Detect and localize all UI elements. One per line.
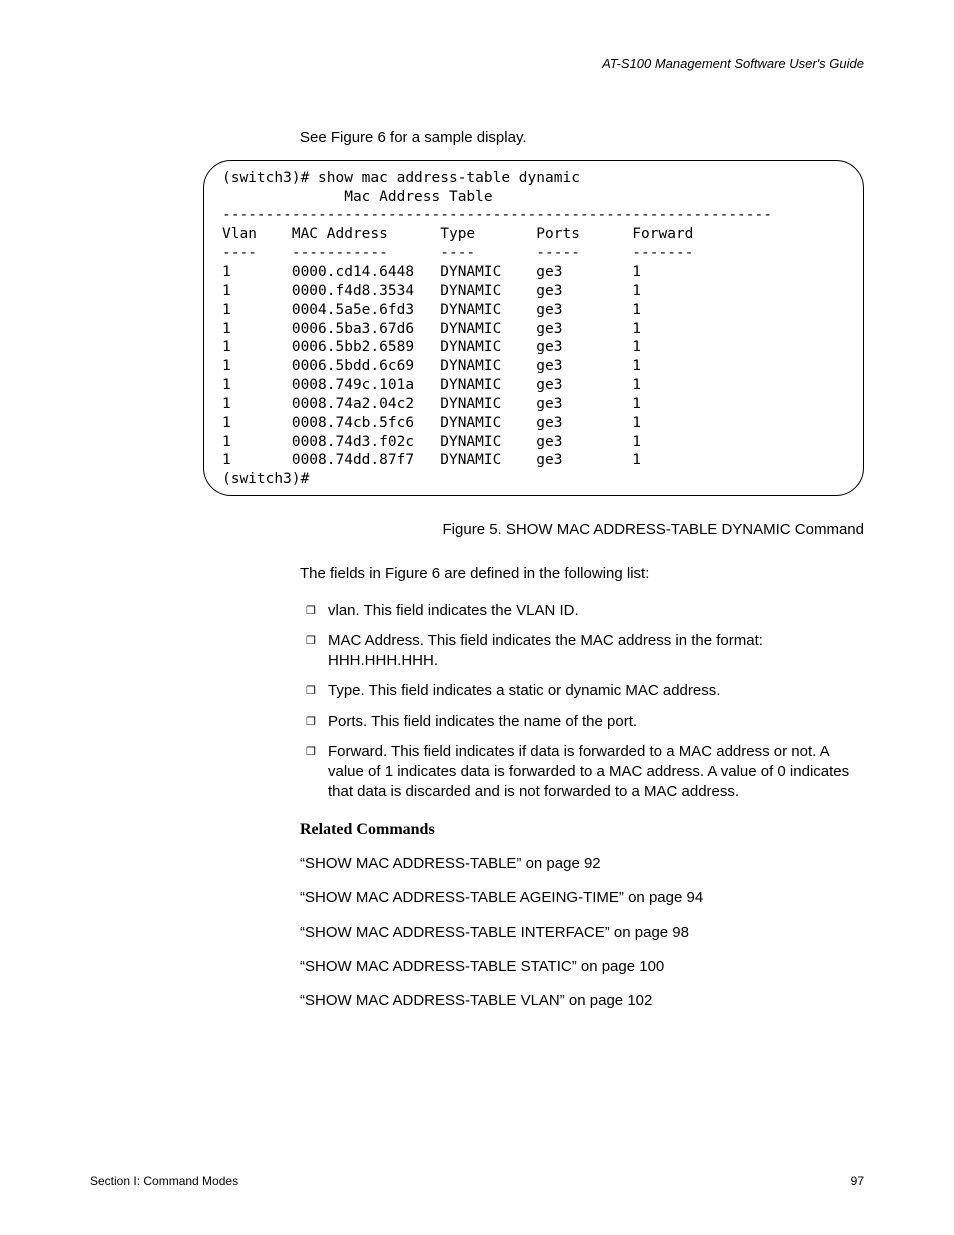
list-item: Type. This field indicates a static or d… [300,681,864,701]
terminal-row: 1 0008.749c.101a DYNAMIC ge3 1 [222,377,641,393]
terminal-row: 1 0008.74dd.87f7 DYNAMIC ge3 1 [222,452,641,468]
body-content: The fields in Figure 6 are defined in th… [300,564,864,1011]
terminal-row: 1 0008.74a2.04c2 DYNAMIC ge3 1 [222,396,641,412]
terminal-row: 1 0006.5bb2.6589 DYNAMIC ge3 1 [222,339,641,355]
ref-text: “SHOW MAC ADDRESS-TABLE” on page 92 [300,855,601,872]
terminal-row: 1 0004.5a5e.6fd3 DYNAMIC ge3 1 [222,302,641,318]
figure-caption-text: Figure 5. SHOW MAC ADDRESS-TABLE DYNAMIC… [443,521,864,538]
list-item: MAC Address. This field indicates the MA… [300,631,864,672]
terminal-end-prompt: (switch3)# [222,471,309,487]
list-item-text: Ports. This field indicates the name of … [328,713,637,730]
ref-text: “SHOW MAC ADDRESS-TABLE AGEING-TIME” on … [300,889,703,906]
intro-text: See Figure 6 for a sample display. [300,129,527,146]
footer-page-number: 97 [851,1173,864,1189]
terminal-row: 1 0000.cd14.6448 DYNAMIC ge3 1 [222,264,641,280]
list-item: Forward. This field indicates if data is… [300,742,864,803]
fields-intro: The fields in Figure 6 are defined in th… [300,564,864,584]
page-header: AT-S100 Management Software User's Guide [90,55,864,73]
related-command-ref: “SHOW MAC ADDRESS-TABLE INTERFACE” on pa… [300,923,864,943]
related-command-ref: “SHOW MAC ADDRESS-TABLE” on page 92 [300,854,864,874]
ref-text: “SHOW MAC ADDRESS-TABLE VLAN” on page 10… [300,992,652,1009]
figure-caption: Figure 5. SHOW MAC ADDRESS-TABLE DYNAMIC… [300,520,864,540]
related-commands-heading: Related Commands [300,819,864,841]
guide-title: AT-S100 Management Software User's Guide [602,56,864,71]
page-footer: Section I: Command Modes 97 [90,1173,864,1189]
terminal-header-underline: ---- ----------- ---- ----- ------- [222,245,693,261]
terminal-output: (switch3)# show mac address-table dynami… [203,160,864,496]
terminal-header-row: Vlan MAC Address Type Ports Forward [222,226,693,242]
related-command-ref: “SHOW MAC ADDRESS-TABLE STATIC” on page … [300,957,864,977]
field-definitions-list: vlan. This field indicates the VLAN ID. … [300,601,864,803]
page: AT-S100 Management Software User's Guide… [0,0,954,1235]
terminal-row: 1 0008.74d3.f02c DYNAMIC ge3 1 [222,434,641,450]
related-command-ref: “SHOW MAC ADDRESS-TABLE VLAN” on page 10… [300,991,864,1011]
footer-section: Section I: Command Modes [90,1173,238,1189]
intro-paragraph: See Figure 6 for a sample display. [300,128,864,148]
terminal-divider: ----------------------------------------… [222,207,772,223]
list-item: Ports. This field indicates the name of … [300,712,864,732]
list-item-text: Forward. This field indicates if data is… [328,743,849,801]
related-heading-text: Related Commands [300,821,435,838]
terminal-row: 1 0006.5ba3.67d6 DYNAMIC ge3 1 [222,321,641,337]
list-item-text: MAC Address. This field indicates the MA… [328,632,763,669]
terminal-row: 1 0006.5bdd.6c69 DYNAMIC ge3 1 [222,358,641,374]
fields-intro-text: The fields in Figure 6 are defined in th… [300,565,649,582]
terminal-row: 1 0008.74cb.5fc6 DYNAMIC ge3 1 [222,415,641,431]
ref-text: “SHOW MAC ADDRESS-TABLE INTERFACE” on pa… [300,924,689,941]
list-item-text: Type. This field indicates a static or d… [328,682,720,699]
related-command-ref: “SHOW MAC ADDRESS-TABLE AGEING-TIME” on … [300,888,864,908]
terminal-prompt-line: (switch3)# show mac address-table dynami… [222,170,580,186]
list-item: vlan. This field indicates the VLAN ID. [300,601,864,621]
list-item-text: vlan. This field indicates the VLAN ID. [328,602,579,619]
terminal-title-line: Mac Address Table [222,189,493,205]
terminal-row: 1 0000.f4d8.3534 DYNAMIC ge3 1 [222,283,641,299]
ref-text: “SHOW MAC ADDRESS-TABLE STATIC” on page … [300,958,664,975]
